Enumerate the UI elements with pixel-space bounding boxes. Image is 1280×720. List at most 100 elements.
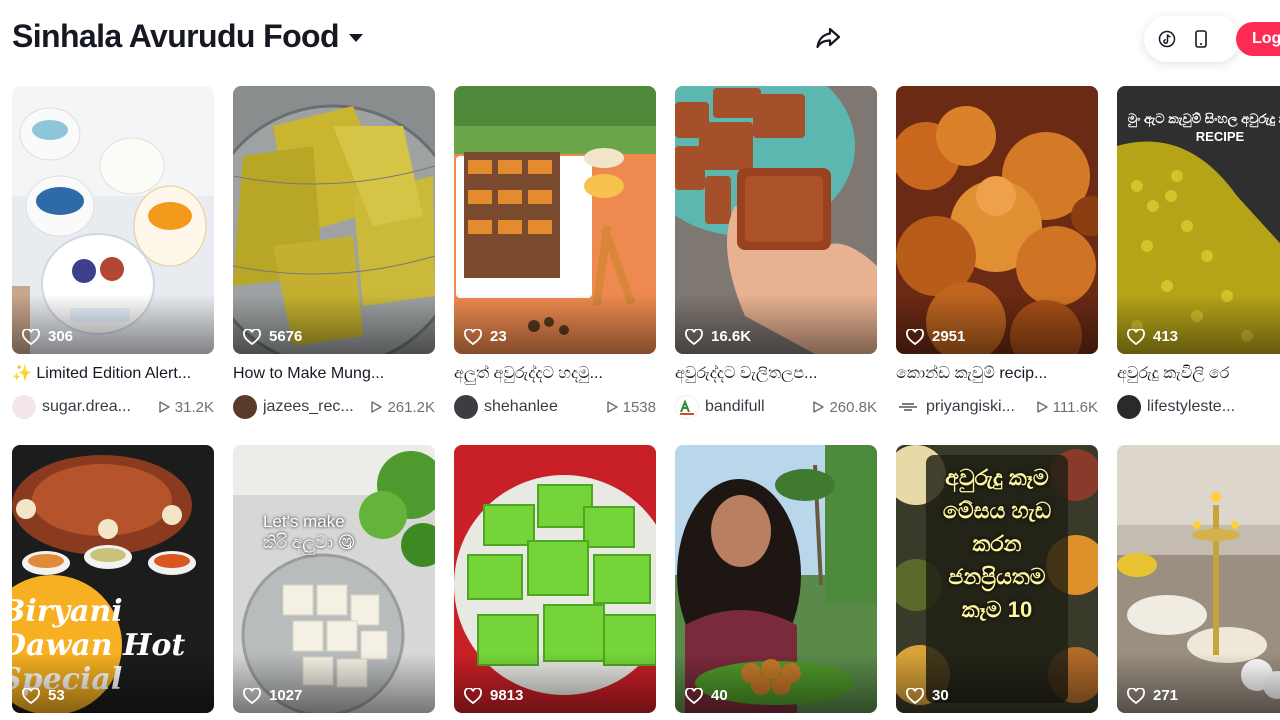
- video-thumbnail[interactable]: 40: [675, 445, 877, 713]
- page-header: Sinhala Avurudu Food Log in: [0, 0, 1280, 72]
- video-meta: shehanlee 1538: [454, 395, 656, 419]
- video-thumbnail[interactable]: 2951: [896, 86, 1098, 354]
- video-caption[interactable]: අවුරුද්දට වැලිතලප...: [675, 363, 877, 385]
- chevron-down-icon: [348, 34, 363, 42]
- heart-outline-icon: [464, 687, 482, 704]
- view-count: 31.2K: [157, 399, 214, 416]
- video-meta: bandifull 260.8K: [675, 395, 877, 419]
- collection-title-dropdown[interactable]: Sinhala Avurudu Food: [12, 16, 363, 56]
- view-count-text: 31.2K: [174, 398, 214, 416]
- view-count-text: 261.2K: [387, 398, 435, 416]
- like-count-text: 5676: [269, 328, 303, 345]
- view-count-text: 111.6K: [1052, 398, 1098, 416]
- thumbnail-shade: [233, 653, 435, 713]
- thumbnail-shade: [233, 294, 435, 354]
- app-links-pill: [1144, 16, 1240, 62]
- login-button[interactable]: Log in: [1236, 22, 1280, 56]
- video-thumbnail[interactable]: 5676: [233, 86, 435, 354]
- author-name[interactable]: lifestyleste...: [1147, 398, 1280, 416]
- author-name[interactable]: sugar.drea...: [42, 398, 151, 416]
- share-arrow-icon[interactable]: [814, 23, 842, 51]
- heart-outline-icon: [464, 328, 482, 345]
- thumbnail-shade: [1117, 653, 1280, 713]
- video-meta: jazees_rec... 261.2K: [233, 395, 435, 419]
- thumbnail-shade: [12, 653, 214, 713]
- video-thumbnail[interactable]: 271: [1117, 445, 1280, 713]
- avatar[interactable]: [896, 395, 920, 419]
- video-thumbnail[interactable]: Let's make කිරි අලුවා 😋 1027: [233, 445, 435, 713]
- like-count: 5676: [243, 328, 302, 345]
- video-meta: lifestyleste...: [1117, 395, 1280, 419]
- video-caption[interactable]: ✨ Limited Edition Alert...: [12, 363, 214, 385]
- like-count: 23: [464, 328, 507, 345]
- heart-outline-icon: [243, 328, 261, 345]
- thumbnail-shade: [675, 294, 877, 354]
- avatar[interactable]: [454, 395, 478, 419]
- avatar[interactable]: [675, 395, 699, 419]
- view-count: 261.2K: [369, 399, 435, 416]
- author-name[interactable]: priyangiski...: [926, 398, 1029, 416]
- heart-outline-icon: [22, 687, 40, 704]
- heart-outline-icon: [906, 687, 924, 704]
- heart-outline-icon: [906, 328, 924, 345]
- thumbnail-shade: [896, 653, 1098, 713]
- like-count-text: 9813: [490, 687, 524, 704]
- view-count-text: 260.8K: [829, 398, 877, 416]
- thumbnail-overlay-text: මුං ඇට කැවුම් සිංහල අවුරුදු කැවිලි RECIP…: [1127, 111, 1280, 144]
- video-meta: priyangiski... 111.6K: [896, 395, 1098, 419]
- like-count: 16.6K: [685, 328, 751, 345]
- like-count-text: 40: [711, 687, 728, 704]
- like-count: 271: [1127, 687, 1178, 704]
- thumbnail-overlay-text: අවුරුදු කෑම මේසය හැඩ කරන ජනප්‍රියතම කෑම …: [942, 465, 1052, 622]
- like-count: 9813: [464, 687, 523, 704]
- heart-outline-icon: [685, 328, 703, 345]
- video-thumbnail[interactable]: 16.6K: [675, 86, 877, 354]
- thumbnail-shade: [896, 294, 1098, 354]
- heart-outline-icon: [243, 687, 261, 704]
- mobile-phone-icon[interactable]: [1190, 28, 1212, 50]
- like-count: 30: [906, 687, 949, 704]
- video-thumbnail[interactable]: 306: [12, 86, 214, 354]
- tiktok-note-icon[interactable]: [1156, 28, 1178, 50]
- heart-outline-icon: [1127, 328, 1145, 345]
- play-outline-icon: [813, 401, 825, 413]
- like-count: 2951: [906, 328, 965, 345]
- like-count-text: 306: [48, 328, 74, 345]
- video-meta: sugar.drea... 31.2K: [12, 395, 214, 419]
- thumbnail-shade: [454, 653, 656, 713]
- avatar[interactable]: [12, 395, 36, 419]
- video-caption[interactable]: කොන්ඩ කැවුම් recip...: [896, 363, 1098, 385]
- video-thumbnail[interactable]: මුං ඇට කැවුම් සිංහල අවුරුදු කැවිලි RECIP…: [1117, 86, 1280, 354]
- heart-outline-icon: [685, 687, 703, 704]
- video-caption[interactable]: අවුරුදු කැවිලි රෙ: [1117, 363, 1280, 385]
- heart-outline-icon: [22, 328, 40, 345]
- author-name[interactable]: jazees_rec...: [263, 398, 363, 416]
- thumbnail-shade: [675, 653, 877, 713]
- view-count: 111.6K: [1035, 399, 1098, 416]
- like-count: 1027: [243, 687, 302, 704]
- author-name[interactable]: shehanlee: [484, 398, 599, 416]
- like-count: 40: [685, 687, 728, 704]
- video-caption[interactable]: How to Make Mung...: [233, 363, 435, 385]
- avatar[interactable]: [1117, 395, 1141, 419]
- video-caption[interactable]: අලුත් අවුරුද්දට හදමු...: [454, 363, 656, 385]
- view-count-text: 1538: [622, 398, 656, 416]
- play-outline-icon: [1036, 401, 1048, 413]
- thumbnail-shade: [454, 294, 656, 354]
- video-thumbnail[interactable]: Biryani Dawan Hot Special 53: [12, 445, 214, 713]
- video-thumbnail[interactable]: 9813: [454, 445, 656, 713]
- like-count-text: 2951: [932, 328, 966, 345]
- author-name[interactable]: bandifull: [705, 398, 805, 416]
- avatar[interactable]: [233, 395, 257, 419]
- page-title: Sinhala Avurudu Food: [12, 18, 340, 54]
- video-thumbnail[interactable]: අවුරුදු කෑම මේසය හැඩ කරන ජනප්‍රියතම කෑම …: [896, 445, 1098, 713]
- thumbnail-overlay-text: Let's make කිරි අලුවා 😋: [263, 512, 356, 552]
- view-count: 1538: [605, 399, 656, 416]
- like-count-text: 30: [932, 687, 949, 704]
- play-outline-icon: [371, 401, 383, 413]
- play-outline-icon: [159, 401, 170, 413]
- like-count: 413: [1127, 328, 1178, 345]
- video-thumbnail[interactable]: 23: [454, 86, 656, 354]
- like-count-text: 16.6K: [711, 328, 752, 345]
- view-count: 260.8K: [811, 399, 877, 416]
